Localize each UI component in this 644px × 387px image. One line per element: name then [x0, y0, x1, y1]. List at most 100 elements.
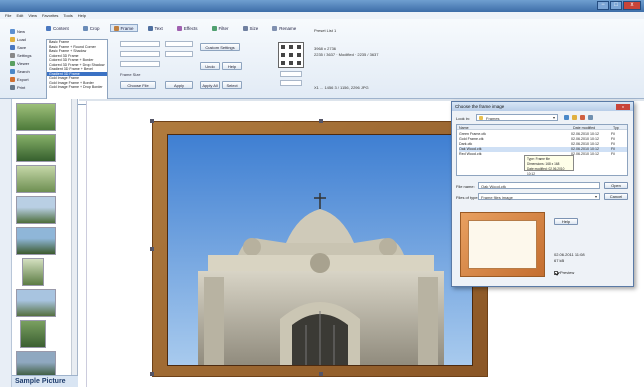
look-in-select[interactable]: Frames ▾ [476, 114, 558, 121]
tab-text[interactable]: Text [144, 24, 167, 32]
thumbnail[interactable] [20, 320, 46, 348]
framed-image[interactable] [150, 119, 488, 377]
look-in-label: Look in: [456, 116, 471, 121]
search-label: Search [17, 68, 30, 74]
thumbnail[interactable] [16, 134, 56, 162]
file-row[interactable]: Green Frame.ctk 02.06.2010 10:12 Fil [459, 132, 615, 137]
thumbnail[interactable] [16, 103, 56, 131]
column-date[interactable]: Date modified [573, 126, 595, 130]
thumbnail[interactable] [16, 227, 56, 255]
file-name-label: File name: [456, 184, 475, 189]
pos-top[interactable] [289, 45, 293, 49]
search-icon [10, 68, 15, 74]
help-button[interactable]: Help [222, 62, 242, 70]
tab-frame[interactable]: Frame [109, 24, 138, 32]
file-row-selected[interactable]: Oak Wood.ctk 02.06.2010 10:12 Fil [459, 147, 627, 152]
tab-effects[interactable]: Effects [173, 24, 202, 32]
view-menu-icon[interactable] [588, 115, 593, 120]
choose-file-button[interactable]: Choose File [120, 81, 156, 89]
file-info-size: 67 kB [554, 258, 565, 263]
apply-all-button[interactable]: Apply All [200, 81, 220, 89]
resize-handle[interactable] [319, 119, 323, 123]
menu-help[interactable]: Help [78, 13, 86, 18]
cancel-button[interactable]: Cancel [604, 193, 628, 200]
function-tabs: Content Crop Frame Text Effects Filter S… [42, 24, 300, 32]
select-button[interactable]: Select [222, 81, 242, 89]
pos-bottom-left[interactable] [281, 61, 285, 65]
pos-center[interactable] [289, 53, 293, 57]
file-row[interactable]: Dark.ctk 02.06.2010 10:12 Fil [459, 142, 615, 147]
list-item[interactable]: Gold Image Frame + Drop Border [47, 85, 107, 90]
open-button[interactable]: Open [604, 182, 628, 189]
settings-button[interactable]: Settings [10, 52, 31, 58]
frame-bevel-field[interactable] [120, 61, 160, 67]
new-folder-icon[interactable] [580, 115, 585, 120]
thumbnail[interactable] [16, 196, 56, 224]
size-icon [242, 25, 248, 31]
thumbnail[interactable] [22, 258, 44, 286]
file-name-input[interactable]: Oak Wood.ctk [478, 182, 600, 189]
image-coords: X1 ... 1456 3 / 1156, 2296 JPG [314, 85, 369, 90]
undo-button[interactable]: Undo [200, 62, 220, 70]
preview-checkbox[interactable]: Preview [554, 270, 574, 275]
thumbnail-scrollbar[interactable] [71, 99, 77, 387]
maximize-button[interactable]: □ [610, 1, 622, 10]
resize-handle[interactable] [319, 372, 323, 376]
search-button[interactable]: Search [10, 68, 31, 74]
pos-top-right[interactable] [297, 45, 301, 49]
tab-content[interactable]: Content [42, 24, 73, 32]
resize-handle[interactable] [150, 119, 154, 123]
new-button[interactable]: New [10, 28, 31, 34]
dialog-close-button[interactable]: x [616, 103, 630, 110]
pos-top-left[interactable] [281, 45, 285, 49]
file-type-select[interactable]: Frame files image ▾ [478, 193, 600, 200]
load-label: Load [17, 36, 26, 42]
tab-crop[interactable]: Crop [79, 24, 104, 32]
app-window: − □ x File Edit View Favorites Tools Hel… [0, 0, 644, 387]
save-button[interactable]: Save [10, 44, 31, 50]
position-pad[interactable] [278, 42, 304, 68]
menu-edit[interactable]: Edit [16, 13, 23, 18]
load-button[interactable]: Load [10, 36, 31, 42]
resize-handle[interactable] [150, 372, 154, 376]
pos-left[interactable] [281, 53, 285, 57]
pos-right[interactable] [297, 53, 301, 57]
help-button[interactable]: Help [554, 218, 578, 225]
frame-shadow-field[interactable] [165, 51, 193, 57]
minimize-button[interactable]: − [597, 1, 609, 10]
pos-bottom[interactable] [289, 61, 293, 65]
zoom-field[interactable] [280, 80, 302, 86]
preview-label: Preview [560, 270, 575, 275]
frame-width-field[interactable] [120, 51, 160, 57]
file-date: 02.06.2010 10:12 [571, 147, 599, 151]
custom-settings-button[interactable]: Custom Settings [200, 43, 240, 51]
print-button[interactable]: Print [10, 84, 31, 90]
viewer-button[interactable]: Viewer [10, 60, 31, 66]
column-name[interactable]: Name [459, 126, 469, 130]
frame-color-field[interactable] [120, 41, 160, 47]
tab-filter[interactable]: Filter [208, 24, 233, 32]
pos-bottom-right[interactable] [297, 61, 301, 65]
tab-size[interactable]: Size [239, 24, 263, 32]
close-button[interactable]: x [623, 1, 641, 10]
thumbnail[interactable] [16, 165, 56, 193]
resize-handle[interactable] [150, 247, 154, 251]
menu-file[interactable]: File [5, 13, 11, 18]
back-icon[interactable] [564, 115, 569, 120]
offset-field[interactable] [280, 71, 302, 77]
menu-tools[interactable]: Tools [63, 13, 72, 18]
menu-favorites[interactable]: Favorites [42, 13, 58, 18]
up-folder-icon[interactable] [572, 115, 577, 120]
menu-view[interactable]: View [28, 13, 37, 18]
export-button[interactable]: Export [10, 76, 31, 82]
tab-rename[interactable]: Rename [268, 24, 300, 32]
column-type[interactable]: Typ [613, 126, 619, 130]
save-label: Save [17, 44, 27, 50]
frame-color2-field[interactable] [165, 41, 193, 47]
new-icon [10, 28, 15, 34]
thumbnail[interactable] [16, 289, 56, 317]
apply-button[interactable]: Apply [165, 81, 193, 89]
file-row[interactable]: Gold Frame.ctk 02.06.2010 10:12 Fil [459, 137, 615, 142]
frame-style-list[interactable]: Basic Frame Basic Frame + Round Corner B… [46, 39, 108, 105]
file-list[interactable]: Name Date modified Typ Green Frame.ctk 02… [456, 124, 628, 176]
